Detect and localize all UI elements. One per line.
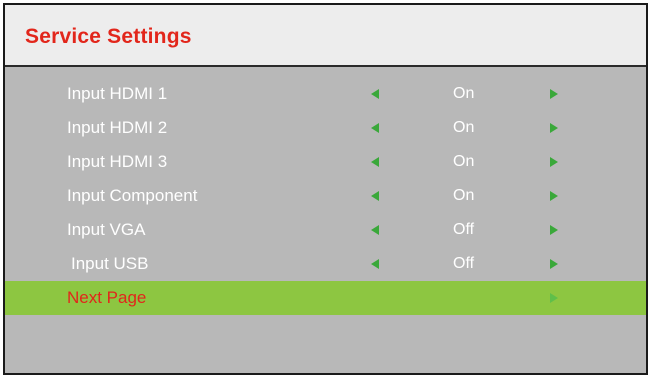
header-bar: Service Settings — [5, 5, 646, 67]
arrow-right-icon[interactable] — [550, 225, 558, 235]
arrow-left-icon[interactable] — [371, 89, 379, 99]
arrow-left-icon[interactable] — [371, 259, 379, 269]
menu-item-input-usb[interactable]: Input USB Off — [5, 247, 646, 281]
arrow-left-icon[interactable] — [371, 157, 379, 167]
menu-item-input-vga[interactable]: Input VGA Off — [5, 213, 646, 247]
menu-item-label: Input USB — [71, 254, 149, 273]
service-settings-window: Service Settings Input HDMI 1 On Input H… — [3, 3, 648, 375]
arrow-left-icon[interactable] — [371, 123, 379, 133]
menu-item-value: Off — [453, 255, 475, 272]
menu-item-input-hdmi-2[interactable]: Input HDMI 2 On — [5, 111, 646, 145]
menu-item-label: Input HDMI 1 — [67, 84, 168, 103]
arrow-right-icon[interactable] — [550, 259, 558, 269]
menu-item-input-component[interactable]: Input Component On — [5, 179, 646, 213]
menu-item-next-page[interactable]: Next Page — [5, 281, 646, 315]
menu-item-label: Input HDMI 2 — [67, 118, 168, 137]
menu-item-value: On — [453, 187, 475, 204]
menu-item-input-hdmi-3[interactable]: Input HDMI 3 On — [5, 145, 646, 179]
settings-menu: Input HDMI 1 On Input HDMI 2 On Input HD… — [5, 67, 646, 315]
arrow-left-icon[interactable] — [371, 191, 379, 201]
menu-item-label: Input HDMI 3 — [67, 152, 168, 171]
menu-item-value: On — [453, 119, 475, 136]
menu-item-value: On — [453, 85, 475, 102]
menu-item-label: Input Component — [67, 186, 198, 205]
menu-item-label: Next Page — [67, 288, 147, 307]
menu-item-value: On — [453, 153, 475, 170]
arrow-right-icon[interactable] — [550, 293, 558, 303]
menu-item-label: Input VGA — [67, 220, 146, 239]
arrow-right-icon[interactable] — [550, 123, 558, 133]
page-title: Service Settings — [25, 25, 192, 48]
arrow-right-icon[interactable] — [550, 157, 558, 167]
arrow-left-icon[interactable] — [371, 225, 379, 235]
menu-item-input-hdmi-1[interactable]: Input HDMI 1 On — [5, 77, 646, 111]
arrow-right-icon[interactable] — [550, 89, 558, 99]
menu-item-value: Off — [453, 221, 475, 238]
arrow-right-icon[interactable] — [550, 191, 558, 201]
